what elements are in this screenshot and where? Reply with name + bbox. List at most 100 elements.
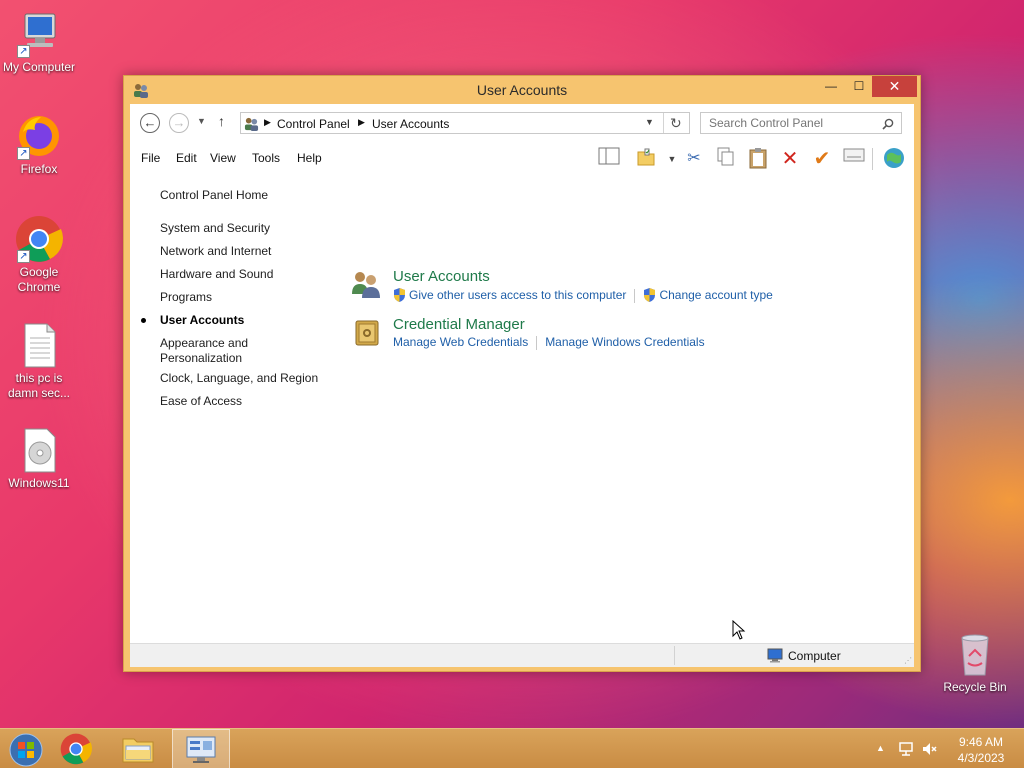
internet-globe-icon[interactable] [882,147,906,171]
desktop-icon-label: Firefox [20,162,58,176]
layout-pane-icon[interactable] [597,147,621,171]
shortcut-arrow-icon: ↗ [17,147,30,160]
desktop-icon-google-chrome[interactable]: ↗ Google Chrome [1,215,77,295]
delete-icon[interactable]: ✕ [778,147,802,171]
window-title: User Accounts [476,82,568,98]
computer-icon [767,648,783,663]
category-title-credential-manager[interactable]: Credential Manager [393,316,525,333]
desktop-icon-firefox[interactable]: ↗ Firefox [1,112,77,177]
copy-icon[interactable] [714,147,738,171]
nav-link-ease-of-access[interactable]: Ease of Access [160,394,242,409]
change-account-type-link[interactable]: Change account type [659,288,772,302]
cut-icon[interactable]: ✂ [682,147,706,171]
maximize-button[interactable]: ☐ [845,76,873,97]
shortcut-arrow-icon: ↗ [17,250,30,263]
manage-windows-credentials-link[interactable]: Manage Windows Credentials [545,335,704,349]
control-panel-icon [244,117,259,131]
chrome-icon: ↗ [15,215,63,263]
minimize-button[interactable]: — [817,76,845,97]
title-bar[interactable]: User Accounts — ☐ ✕ [124,76,920,104]
shortcut-arrow-icon: ↗ [17,45,30,58]
content-area: Control Panel Home System and Security N… [130,174,914,643]
uac-shield-icon [394,288,405,302]
category-links-user-accounts: Give other users access to this computer… [393,288,773,303]
address-bar[interactable]: ▶ Control Panel ▶ User Accounts ▼ ↻ [240,112,690,134]
show-hidden-icons-icon[interactable]: ▲ [876,743,885,753]
breadcrumb-control-panel[interactable]: Control Panel [277,117,350,131]
give-access-link[interactable]: Give other users access to this computer [409,288,626,302]
desktop-icon-label: Recycle Bin [943,680,1007,694]
text-file-icon [15,321,63,369]
network-icon[interactable] [898,741,914,757]
computer-icon: ↗ [15,10,63,58]
desktop-icon-text-file[interactable]: this pc is damn sec... [1,321,77,401]
refresh-icon[interactable]: ↻ [670,115,682,132]
file-explorer-icon [122,738,154,763]
active-item-bullet [141,318,146,323]
user-accounts-icon [350,268,382,300]
credential-manager-icon [354,318,386,350]
system-clock[interactable]: 9:46 AM 4/3/2023 [952,734,1010,766]
nav-link-hardware-and-sound[interactable]: Hardware and Sound [160,267,273,282]
close-button[interactable]: ✕ [872,76,917,97]
menu-help[interactable]: Help [297,151,322,165]
control-panel-home-link[interactable]: Control Panel Home [160,188,268,203]
desktop-icon-windows11[interactable]: Windows11 [1,426,77,491]
nav-link-user-accounts[interactable]: User Accounts [160,313,244,328]
taskbar-chrome[interactable] [50,729,108,768]
nav-link-clock-language-region[interactable]: Clock, Language, and Region [160,371,318,386]
up-arrow-icon[interactable]: ↑ [218,113,225,129]
recent-locations-icon[interactable]: ▼ [197,116,206,126]
status-location: Computer [788,649,841,663]
folder-options-icon[interactable] [634,147,658,171]
folder-options-dropdown-icon[interactable]: ▼ [660,147,684,171]
taskbar-control-panel[interactable] [172,729,230,768]
mouse-cursor-icon [732,620,746,640]
breadcrumb-separator-icon: ▶ [358,117,365,127]
menu-bar: File Edit View Tools Help ▼ ✂ ✕ ✔ [130,144,914,174]
taskbar-file-explorer[interactable] [110,729,168,768]
uac-shield-icon [644,288,656,302]
nav-link-appearance-and-personalization[interactable]: Appearance and Personalization [160,336,260,366]
breadcrumb-separator-icon: ▶ [264,117,271,127]
back-button[interactable]: ← [140,113,160,133]
desktop-icon-label: My Computer [2,60,76,74]
disc-image-icon [15,426,63,474]
properties-icon[interactable] [842,147,866,171]
search-input[interactable] [709,113,879,133]
menu-tools[interactable]: Tools [252,151,280,165]
firefox-icon: ↗ [15,112,63,160]
taskbar: ▲ 9:46 AM 4/3/2023 [0,728,1024,768]
clock-date: 4/3/2023 [957,751,1005,765]
desktop-icon-recycle-bin[interactable]: Recycle Bin [937,630,1013,695]
menu-view[interactable]: View [210,151,236,165]
recycle-bin-icon [951,630,999,678]
navigation-bar: ← → ▼ ↑ ▶ Control Panel ▶ User Accounts … [130,104,914,144]
category-title-user-accounts[interactable]: User Accounts [393,268,490,285]
windows-start-icon [9,733,43,767]
user-accounts-window: User Accounts — ☐ ✕ ← → ▼ ↑ ▶ Control Pa… [123,75,921,672]
left-navigation-pane: Control Panel Home System and Security N… [130,174,330,643]
desktop-icon-my-computer[interactable]: ↗ My Computer [1,10,77,75]
desktop-icon-label: this pc is damn sec... [7,371,71,400]
desktop-icon-label: Google Chrome [17,265,61,294]
volume-muted-icon[interactable] [921,741,937,757]
manage-web-credentials-link[interactable]: Manage Web Credentials [393,335,528,349]
checkmark-icon[interactable]: ✔ [810,147,834,171]
menu-file[interactable]: File [141,151,160,165]
resize-grip-icon[interactable]: ⋰ [904,656,912,665]
category-links-credential-manager: Manage Web Credentials Manage Windows Cre… [393,335,705,350]
address-dropdown-icon[interactable]: ▼ [645,117,654,127]
control-panel-icon [186,736,216,763]
search-box[interactable] [700,112,902,134]
nav-link-programs[interactable]: Programs [160,290,212,305]
breadcrumb-user-accounts[interactable]: User Accounts [372,117,449,131]
clock-time: 9:46 AM [958,735,1004,749]
forward-button[interactable]: → [169,113,189,133]
search-icon[interactable] [882,118,894,130]
paste-icon[interactable] [746,147,770,171]
nav-link-network-and-internet[interactable]: Network and Internet [160,244,271,259]
desktop-icon-label: Windows11 [8,476,70,490]
menu-edit[interactable]: Edit [176,151,197,165]
nav-link-system-and-security[interactable]: System and Security [160,221,270,236]
